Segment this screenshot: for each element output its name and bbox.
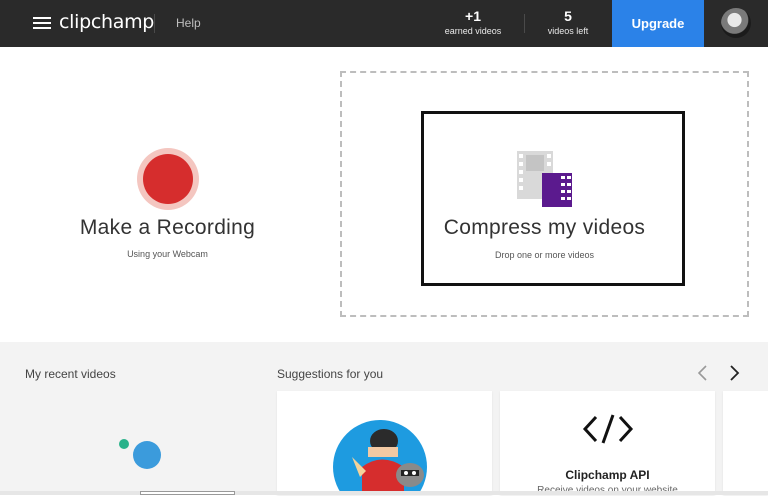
videos-left-label: videos left: [547, 26, 589, 36]
suggestions-title: Suggestions for you: [277, 367, 384, 381]
stat-divider: [524, 14, 525, 33]
menu-icon[interactable]: [33, 17, 51, 29]
clipchamp-logo[interactable]: clipchamp: [59, 11, 154, 33]
chevron-right-icon[interactable]: [726, 364, 742, 382]
record-icon: [143, 154, 193, 204]
mascot-illustration: [333, 420, 427, 495]
record-title[interactable]: Make a Recording: [50, 216, 285, 240]
videos-left-stat: 5 videos left: [528, 8, 608, 37]
earned-videos-stat: +1 earned videos: [433, 8, 513, 37]
earned-videos-count: +1: [465, 8, 481, 24]
suggestion-card-partial[interactable]: [723, 391, 768, 495]
film-icon: [517, 151, 572, 207]
header-divider: [154, 14, 155, 33]
top-bar: clipchamp Help +1 earned videos 5 videos…: [0, 0, 768, 47]
record-button[interactable]: [137, 148, 199, 210]
suggestion-card-api[interactable]: Clipchamp API Receive videos on your web…: [500, 391, 715, 496]
loading-dot-small: [119, 439, 129, 449]
horizontal-scrollbar[interactable]: [0, 491, 768, 495]
chevron-left-icon[interactable]: [695, 364, 711, 382]
compress-subtitle: Drop one or more videos: [494, 250, 595, 260]
avatar[interactable]: [721, 8, 751, 38]
code-icon: [582, 414, 634, 444]
suggestion-card[interactable]: [277, 391, 492, 495]
record-subtitle: Using your Webcam: [127, 249, 208, 259]
upgrade-button[interactable]: Upgrade: [612, 0, 704, 47]
compress-title[interactable]: Compress my videos: [424, 216, 665, 240]
loading-dot-large: [133, 441, 161, 469]
recent-videos-title: My recent videos: [25, 367, 116, 381]
earned-videos-label: earned videos: [444, 26, 502, 36]
videos-left-count: 5: [564, 8, 572, 24]
scrollbar-thumb[interactable]: [140, 491, 235, 495]
help-link[interactable]: Help: [176, 16, 201, 30]
api-card-title: Clipchamp API: [565, 468, 650, 482]
